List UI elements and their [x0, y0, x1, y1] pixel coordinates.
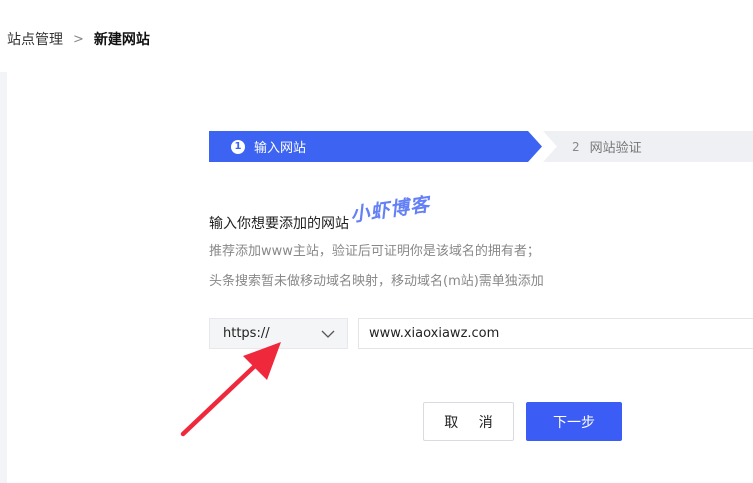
step-progress: 1 输入网站 2 网站验证: [209, 131, 753, 162]
protocol-select-value: https://: [223, 326, 270, 341]
form-description-line-2: 头条搜索暂未做移动域名映射，移动域名(m站)需单独添加: [209, 274, 544, 289]
step-1-input-site: 1 输入网站: [209, 131, 542, 162]
step-2-verify-site: 2 网站验证: [543, 131, 753, 162]
form-heading: 输入你想要添加的网站: [209, 216, 349, 232]
domain-input[interactable]: [358, 318, 753, 349]
main-panel: 1 输入网站 2 网站验证 输入你想要添加的网站 小虾博客 推荐添加www主站，…: [7, 72, 753, 483]
step-1-label: 输入网站: [254, 141, 307, 156]
breadcrumb-chevron-icon: >: [73, 31, 84, 47]
cancel-button[interactable]: 取 消: [423, 402, 514, 441]
breadcrumb-parent-link[interactable]: 站点管理: [7, 29, 63, 49]
step-2-number: 2: [572, 139, 580, 154]
red-arrow-annotation-icon: [180, 342, 281, 437]
chevron-down-icon: [321, 330, 335, 338]
step-2-label: 网站验证: [589, 141, 642, 156]
breadcrumb: 站点管理 > 新建网站: [7, 29, 150, 49]
watermark-text: 小虾博客: [349, 193, 432, 227]
step-1-number: 1: [231, 139, 245, 154]
form-description-line-1: 推荐添加www主站，验证后可证明你是该域名的拥有者；: [209, 244, 540, 259]
top-bar: 站点管理 > 新建网站: [0, 0, 753, 72]
next-step-button[interactable]: 下一步: [526, 402, 622, 441]
breadcrumb-current: 新建网站: [93, 32, 150, 48]
